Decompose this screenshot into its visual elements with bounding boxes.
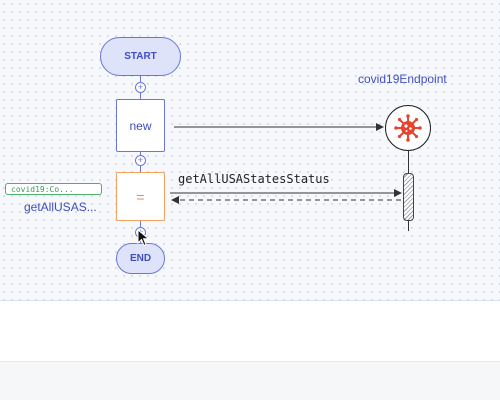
footer-bar: [0, 362, 500, 400]
arrow-layer: [170, 123, 402, 204]
mouse-cursor-icon: [137, 229, 150, 247]
bottom-panel: [0, 301, 500, 362]
